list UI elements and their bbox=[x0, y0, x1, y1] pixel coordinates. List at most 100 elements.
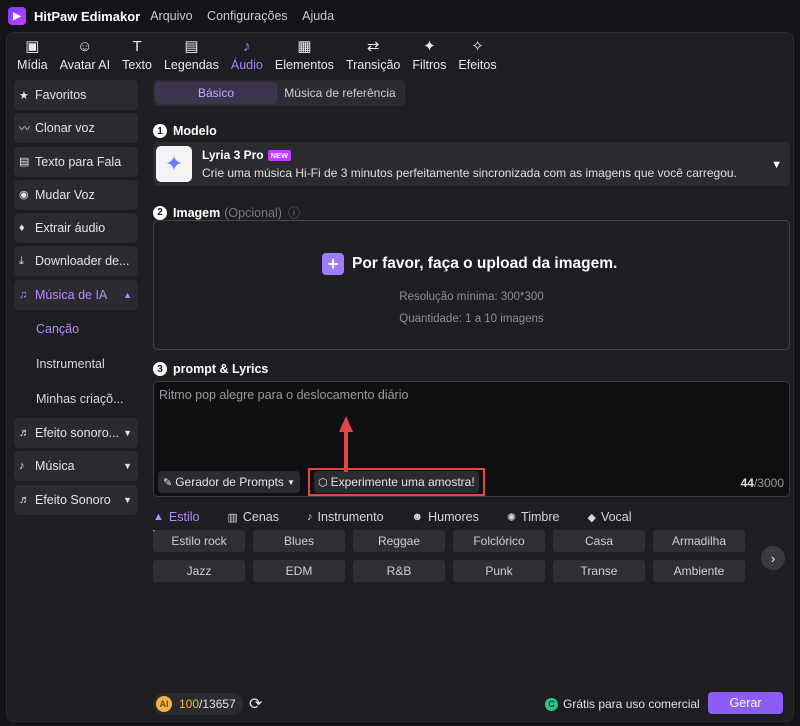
toolbar-label: Filtros bbox=[412, 58, 447, 72]
sidebar-item-mic[interactable]: ♦ Extrair áudio bbox=[14, 213, 138, 244]
captions-icon: ▤ bbox=[184, 38, 199, 55]
quantity-hint: Quantidade: 1 a 10 imagens bbox=[399, 313, 544, 325]
section-number: 3 bbox=[153, 362, 167, 376]
style-chip[interactable]: Reggae bbox=[353, 530, 445, 552]
tab--udio[interactable]: ♪ Áudio bbox=[225, 34, 269, 72]
chevron-down-icon: ▼ bbox=[286, 477, 295, 487]
tab-humores[interactable]: ☻ Humores bbox=[412, 506, 479, 528]
menu-ajuda[interactable]: Ajuda bbox=[302, 9, 334, 23]
tab-transi-o[interactable]: ⇄ Transição bbox=[340, 34, 406, 72]
sidebar-item-label: Música bbox=[35, 459, 75, 474]
toolbar-label: Legendas bbox=[163, 58, 219, 72]
sidebar-item-voice-wave[interactable]: 〰 Clonar voz bbox=[14, 113, 138, 144]
tab-avatar-ai[interactable]: ☺ Avatar AI bbox=[54, 34, 117, 72]
chevron-up-icon: ▲ bbox=[123, 289, 132, 300]
tab-timbre[interactable]: ✺ Timbre bbox=[507, 506, 560, 528]
tab-cenas[interactable]: ▥ Cenas bbox=[227, 506, 279, 528]
guitar-icon: ♪ bbox=[307, 511, 313, 523]
category-tab-label: Vocal bbox=[600, 510, 632, 524]
footer-bar: AI 100 /13657 ⟳ C Grátis para uso comerc… bbox=[153, 690, 790, 718]
char-count-current: 44 bbox=[740, 476, 754, 490]
credits-total: /13657 bbox=[199, 697, 236, 711]
tab-instrumento[interactable]: ♪ Instrumento bbox=[307, 506, 384, 528]
sidebar-subitem[interactable]: Canção bbox=[14, 313, 138, 345]
sidebar-item-tts[interactable]: ▤ Texto para Fala bbox=[14, 146, 138, 177]
dropdown-caret-icon[interactable]: ▼ bbox=[771, 159, 782, 171]
menu-arquivo[interactable]: Arquivo bbox=[150, 9, 192, 23]
sound-fx-icon: ♬ bbox=[19, 427, 30, 440]
tab-texto[interactable]: T Texto bbox=[116, 34, 158, 72]
style-chip[interactable]: Punk bbox=[453, 560, 545, 582]
model-description: Crie uma música Hi-Fi de 3 minutos perfe… bbox=[202, 166, 737, 180]
try-sample-label: Experimente uma amostra! bbox=[330, 475, 475, 489]
section-number: 1 bbox=[153, 124, 167, 138]
tab-basico[interactable]: Básico bbox=[155, 82, 277, 104]
title-bar: ▶ HitPaw Edimakor Arquivo Configurações … bbox=[0, 0, 800, 32]
sidebar-item-label: Favoritos bbox=[35, 88, 87, 102]
text-icon: T bbox=[132, 38, 142, 55]
sidebar-item-download[interactable]: ⤓ Downloader de... bbox=[14, 246, 138, 277]
style-chip[interactable]: R&B bbox=[353, 560, 445, 582]
tab-estilo[interactable]: ▲ Estilo bbox=[153, 506, 200, 532]
mic-icon: ♦ bbox=[19, 222, 25, 235]
sidebar-item-voice-change[interactable]: ◉ Mudar Voz bbox=[14, 179, 138, 210]
menu-configuracoes[interactable]: Configurações bbox=[207, 9, 288, 23]
style-chip[interactable]: Casa bbox=[553, 530, 645, 552]
sidebar-item-star[interactable]: ★ Favoritos bbox=[14, 80, 138, 110]
scenes-icon: ▥ bbox=[227, 511, 238, 524]
style-chip[interactable]: Ambiente bbox=[653, 560, 745, 582]
cube-icon: ⬡ bbox=[318, 476, 328, 489]
main-panel: Básico Música de referência 1 Modelo ✦ L… bbox=[153, 80, 790, 582]
tab-musica-referencia[interactable]: Música de referência bbox=[277, 82, 403, 104]
upload-prompt: Por favor, faça o upload da imagem. bbox=[352, 255, 618, 272]
style-chip[interactable]: Estilo rock bbox=[153, 530, 245, 552]
tab-vocal[interactable]: ◆ Vocal bbox=[587, 506, 631, 528]
chevron-right-icon[interactable]: › bbox=[761, 546, 785, 570]
prompt-textarea[interactable]: Ritmo pop alegre para o deslocamento diá… bbox=[153, 381, 790, 497]
chevron-down-icon: ▼ bbox=[123, 461, 132, 472]
toolbar-label: Mídia bbox=[17, 58, 48, 72]
info-icon[interactable]: ⓘ bbox=[288, 204, 300, 221]
sidebar-item-music[interactable]: ♪ Música ▼ bbox=[14, 451, 138, 482]
prompt-section-header: 3 prompt & Lyrics bbox=[153, 362, 268, 376]
style-chip[interactable]: Jazz bbox=[153, 560, 245, 582]
style-chip[interactable]: Transe bbox=[553, 560, 645, 582]
commercial-text: Grátis para uso comercial bbox=[563, 697, 700, 711]
image-upload-area[interactable]: + Por favor, faça o upload da imagem. Re… bbox=[153, 220, 790, 350]
style-chip[interactable]: Armadilha bbox=[653, 530, 745, 552]
try-sample-button[interactable]: ⬡ Experimente uma amostra! bbox=[314, 471, 479, 493]
model-selector[interactable]: ✦ Lyria 3 Pro NEW Crie uma música Hi-Fi … bbox=[153, 142, 790, 186]
prompt-generator-label: Gerador de Prompts bbox=[175, 475, 284, 489]
prompt-text[interactable]: Ritmo pop alegre para o deslocamento diá… bbox=[159, 388, 408, 402]
menu-bar: Arquivo Configurações Ajuda bbox=[140, 7, 334, 25]
sidebar-item-sound-effect[interactable]: ♬ Efeito Sonoro ▼ bbox=[14, 484, 138, 515]
tab-filtros[interactable]: ✦ Filtros bbox=[406, 34, 452, 72]
tab-m-dia[interactable]: ▣ Mídia bbox=[11, 34, 54, 72]
sidebar-item-sound-fx[interactable]: ♬ Efeito sonoro... ▼ bbox=[14, 418, 138, 449]
app-title: HitPaw Edimakor bbox=[34, 8, 141, 24]
sidebar-subitem[interactable]: Minhas criaçõ... bbox=[14, 383, 138, 415]
section-title: Imagem bbox=[173, 205, 221, 220]
music-icon: ♪ bbox=[19, 460, 25, 473]
toolbar-label: Elementos bbox=[274, 58, 334, 72]
new-badge: NEW bbox=[267, 149, 292, 161]
chevron-down-icon: ▼ bbox=[123, 428, 132, 439]
tab-elementos[interactable]: ▦ Elementos bbox=[269, 34, 340, 72]
voice-change-icon: ◉ bbox=[19, 189, 29, 202]
media-icon: ▣ bbox=[25, 38, 40, 55]
chip-grid: Estilo rock Blues Reggae Folclórico Casa Arma… bbox=[153, 530, 753, 590]
sidebar-subitem[interactable]: Instrumental bbox=[14, 348, 138, 380]
gemini-star-icon: ✦ bbox=[156, 146, 192, 182]
generate-button[interactable]: Gerar bbox=[708, 692, 783, 714]
refresh-icon[interactable]: ⟳ bbox=[249, 694, 262, 714]
sidebar-item-ai-music[interactable]: ♫ Música de IA ▲ bbox=[14, 279, 138, 310]
style-chip[interactable]: EDM bbox=[253, 560, 345, 582]
tab-efeitos[interactable]: ✧ Efeitos bbox=[452, 34, 502, 72]
tab-legendas[interactable]: ▤ Legendas bbox=[158, 34, 225, 72]
avatar-icon: ☺ bbox=[77, 38, 93, 55]
download-icon: ⤓ bbox=[19, 254, 24, 267]
category-tab-label: Humores bbox=[428, 510, 479, 524]
prompt-generator-button[interactable]: ✎ Gerador de Prompts ▼ bbox=[158, 471, 300, 493]
style-chip[interactable]: Blues bbox=[253, 530, 345, 552]
style-chip[interactable]: Folclórico bbox=[453, 530, 545, 552]
